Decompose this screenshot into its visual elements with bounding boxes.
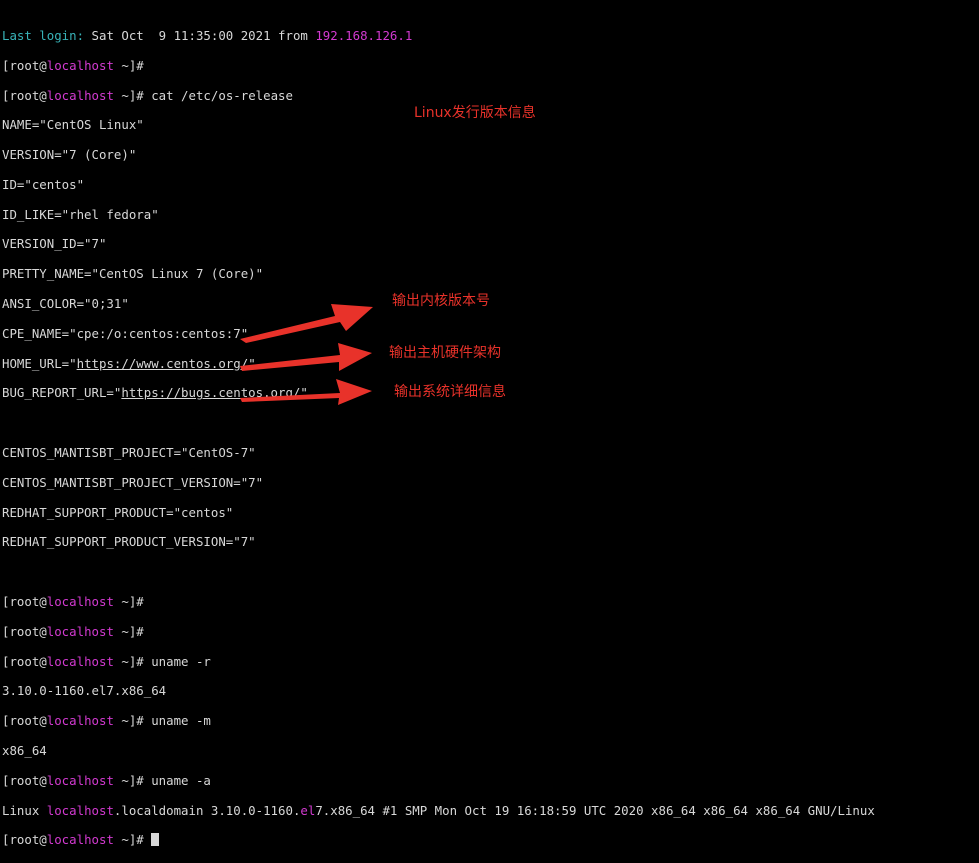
output-line: Linux localhost.localdomain 3.10.0-1160.…	[2, 802, 977, 819]
prompt-hostname: localhost	[46, 772, 114, 788]
prompt-line: [root@localhost ~]# uname -r	[2, 653, 977, 670]
prompt-line: [root@localhost ~]# uname -a	[2, 772, 977, 789]
prompt-open: [root@	[2, 623, 47, 639]
uname-a-host: localhost	[46, 802, 114, 818]
prompt-close: ~]#	[113, 653, 152, 669]
home-url-link[interactable]: https://www.centos.org/	[77, 356, 249, 371]
prompt-hostname: localhost	[46, 57, 114, 73]
quote: "	[300, 385, 308, 401]
output-line: REDHAT_SUPPORT_PRODUCT="centos"	[2, 504, 234, 520]
prompt-line: [root@localhost ~]# uname -m	[2, 713, 977, 729]
prompt-close: ~]#	[113, 832, 152, 848]
output-line: CENTOS_MANTISBT_PROJECT_VERSION="7"	[2, 474, 264, 490]
quote: "	[248, 355, 256, 371]
prompt-line-active[interactable]: [root@localhost ~]#	[2, 832, 977, 848]
output-line: CPE_NAME="cpe:/o:centos:centos:7"	[2, 325, 249, 341]
uname-a-prefix: Linux	[2, 802, 47, 818]
prompt-close: ~]#	[113, 713, 152, 729]
bug-url-key: BUG_REPORT_URL="	[2, 385, 122, 401]
prompt-line: [root@localhost ~]#	[2, 594, 977, 610]
last-login-line: Last login: Sat Oct 9 11:35:00 2021 from…	[2, 27, 977, 44]
last-login-label: Last login:	[2, 27, 92, 43]
prompt-open: [root@	[2, 772, 47, 788]
prompt-open: [root@	[2, 653, 47, 669]
prompt-hostname: localhost	[46, 594, 114, 610]
annotation-kernel-version: 输出内核版本号	[392, 293, 490, 309]
command-uname-r: uname -r	[151, 653, 211, 669]
prompt-hostname: localhost	[46, 713, 114, 729]
prompt-line: [root@localhost ~]#	[2, 57, 977, 74]
annotation-hardware-arch: 输出主机硬件架构	[389, 345, 501, 361]
prompt-hostname: localhost	[46, 832, 114, 848]
bug-report-url-link[interactable]: https://bugs.centos.org/	[121, 385, 300, 401]
command-cat: cat /etc/os-release	[151, 87, 293, 103]
output-line: ID_LIKE="rhel fedora"	[2, 206, 159, 222]
prompt-open: [root@	[2, 87, 47, 103]
prompt-open: [root@	[2, 832, 47, 848]
prompt-open: [root@	[2, 57, 47, 73]
output-line: 3.10.0-1160.el7.x86_64	[2, 683, 167, 699]
output-line: PRETTY_NAME="CentOS Linux 7 (Core)"	[2, 266, 264, 282]
last-login-ip: 192.168.126.1	[315, 27, 413, 43]
prompt-close: ~]#	[113, 623, 152, 639]
annotation-system-detail: 输出系统详细信息	[394, 384, 506, 400]
last-login-date: Sat Oct 9 11:35:00 2021 from	[91, 27, 316, 43]
output-line: VERSION_ID="7"	[2, 236, 107, 252]
output-line: REDHAT_SUPPORT_PRODUCT_VERSION="7"	[2, 534, 256, 550]
prompt-open: [root@	[2, 594, 47, 610]
command-uname-m: uname -m	[151, 713, 211, 729]
block-cursor	[151, 833, 160, 847]
prompt-hostname: localhost	[46, 623, 114, 639]
output-line: CENTOS_MANTISBT_PROJECT="CentOS-7"	[2, 445, 256, 461]
prompt-hostname: localhost	[46, 653, 114, 669]
home-url-key: HOME_URL="	[2, 355, 77, 371]
prompt-line: [root@localhost ~]#	[2, 623, 977, 640]
uname-a-rest: 7.x86_64 #1 SMP Mon Oct 19 16:18:59 UTC …	[315, 802, 875, 818]
output-line: VERSION="7 (Core)"	[2, 147, 137, 163]
prompt-close: ~]#	[113, 594, 152, 610]
prompt-open: [root@	[2, 713, 47, 729]
output-line: x86_64	[2, 743, 47, 759]
uname-a-mid: .localdomain 3.10.0-1160.	[113, 802, 301, 818]
prompt-hostname: localhost	[46, 87, 114, 103]
output-line: ID="centos"	[2, 176, 85, 192]
prompt-close: ~]#	[113, 87, 152, 103]
prompt-line: [root@localhost ~]# cat /etc/os-release	[2, 87, 977, 104]
prompt-close: ~]#	[113, 57, 152, 73]
command-uname-a: uname -a	[151, 772, 211, 788]
uname-a-el: el	[300, 802, 316, 818]
annotation-release-info: Linux发行版本信息	[414, 105, 536, 121]
prompt-close: ~]#	[113, 772, 152, 788]
